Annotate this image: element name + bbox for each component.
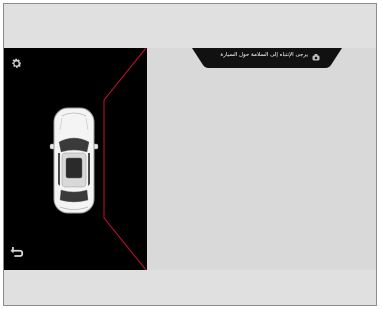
camera-view <box>147 48 376 270</box>
infotainment-screen: يرجى الإنتباه إلى السلامة حول السيارة <box>4 48 376 270</box>
camera-icon <box>312 54 320 61</box>
display-frame: يرجى الإنتباه إلى السلامة حول السيارة <box>3 3 377 306</box>
warning-message: يرجى الإنتباه إلى السلامة حول السيارة <box>220 52 308 58</box>
top-view-panel <box>4 48 147 270</box>
parking-guide-lines <box>103 48 147 270</box>
